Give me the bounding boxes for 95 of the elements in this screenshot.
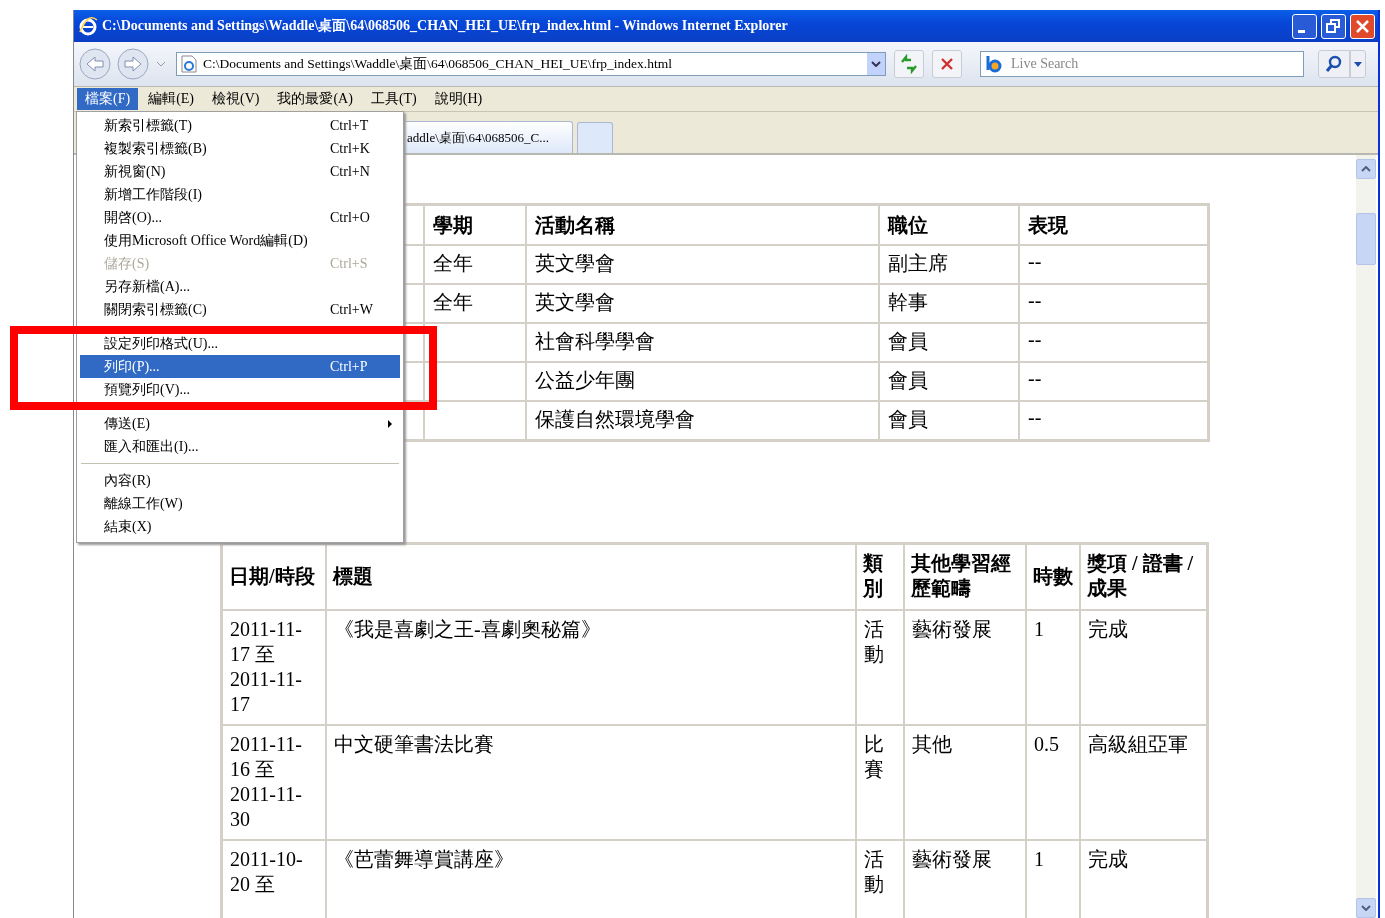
menu-item[interactable]: 新視窗(N) Ctrl+N <box>80 160 400 183</box>
column-header: 標題 <box>326 544 856 610</box>
table-cell: -- <box>1019 362 1208 401</box>
menu-item[interactable]: 匯入和匯出(I)... <box>80 435 400 458</box>
menu-item[interactable]: 使用Microsoft Office Word編輯(D) <box>80 229 400 252</box>
table-cell: 中文硬筆書法比賽 <box>326 725 856 840</box>
page-icon <box>181 55 197 73</box>
search-icon <box>1324 54 1344 74</box>
browser-tab[interactable]: addle\桌面\64\068506_C... <box>405 121 573 153</box>
scroll-up-button[interactable] <box>1356 159 1376 179</box>
table-cell: 英文學會 <box>526 284 879 323</box>
table-cell: 藝術發展 <box>904 840 1026 918</box>
minimize-icon <box>1298 29 1305 33</box>
caret-icon <box>871 61 881 67</box>
menu-item[interactable]: 編輯(E) <box>140 88 202 110</box>
back-button[interactable] <box>78 47 112 81</box>
table-cell: 其他 <box>904 725 1026 840</box>
table-cell: 幹事 <box>879 284 1019 323</box>
menu-item[interactable]: 預覽列印(V)... <box>80 378 400 401</box>
menu-item[interactable]: 新索引標籤(T) Ctrl+T <box>80 114 400 137</box>
menu-item[interactable]: 我的最愛(A) <box>269 88 361 110</box>
column-header: 日期/時段 <box>222 544 326 610</box>
table-cell: 完成 <box>1080 610 1207 725</box>
caret-down-icon <box>1361 905 1371 911</box>
table-cell: 0.5 <box>1026 725 1080 840</box>
search-button[interactable] <box>1318 50 1350 78</box>
forward-button[interactable] <box>116 47 150 81</box>
menu-item[interactable]: 另存新檔(A)... <box>80 275 400 298</box>
search-options-button[interactable] <box>1350 50 1366 78</box>
menu-item[interactable]: 結束(X) <box>80 515 400 538</box>
table-cell: 副主席 <box>879 245 1019 284</box>
table-cell: 活動 <box>856 840 904 918</box>
menu-item[interactable]: 檔案(F) <box>77 88 139 110</box>
table-cell: 英文學會 <box>526 245 879 284</box>
table-cell: 保護自然環境學會 <box>526 401 879 440</box>
stop-button[interactable] <box>932 50 962 78</box>
table-cell: 活動 <box>856 610 904 725</box>
table-cell: 會員 <box>879 362 1019 401</box>
refresh-button[interactable] <box>894 50 924 78</box>
close-button[interactable] <box>1350 13 1375 39</box>
dropdown-button[interactable] <box>867 53 885 75</box>
table-cell: 1 <box>1026 610 1080 725</box>
address-field[interactable]: C:\Documents and Settings\Waddle\桌面\64\068506_CHAN_HEI_UE\frp_index.html <box>176 52 886 76</box>
column-header: 時數 <box>1026 544 1080 610</box>
menu-item[interactable]: 傳送(E) <box>80 412 400 435</box>
table-cell: 會員 <box>879 323 1019 362</box>
table-cell: 比賽 <box>856 725 904 840</box>
table-cell: 高級組亞軍 <box>1080 725 1207 840</box>
table-cell: 藝術發展 <box>904 610 1026 725</box>
column-header: 活動名稱 <box>526 205 879 245</box>
column-header: 其他學習經歷範疇 <box>904 544 1026 610</box>
table-cell: -- <box>1019 323 1208 362</box>
table-cell: -- <box>1019 245 1208 284</box>
table-cell: 《芭蕾舞導賞講座》 <box>326 840 856 918</box>
menu-item[interactable]: 離線工作(W) <box>80 492 400 515</box>
window-title: C:\Documents and Settings\Waddle\桌面\64\068506_CHAN_HEI_UE\frp_index.html - Windows Internet Explorer <box>102 17 789 35</box>
scroll-down-button[interactable] <box>1356 898 1376 918</box>
dropdown-caret-icon[interactable] <box>156 61 166 67</box>
table-cell: 公益少年團 <box>526 362 879 401</box>
menu-item[interactable]: 檢視(V) <box>204 88 268 110</box>
scroll-thumb[interactable] <box>1356 213 1376 265</box>
column-header: 表現 <box>1019 205 1208 245</box>
table-cell: 會員 <box>879 401 1019 440</box>
restore-button[interactable] <box>1321 13 1346 39</box>
menu-item[interactable]: 設定列印格式(U)... <box>80 332 400 355</box>
table-cell: 2011-10-20 至 <box>222 840 326 918</box>
menu-item[interactable]: 說明(H) <box>426 88 491 110</box>
minimize-button[interactable] <box>1292 13 1317 39</box>
menu-item[interactable]: 工具(T) <box>362 88 425 110</box>
table-cell: -- <box>1019 284 1208 323</box>
menu-item[interactable]: 關閉索引標籤(C) Ctrl+W <box>80 298 400 321</box>
column-header: 類別 <box>856 544 904 610</box>
table-cell: 1 <box>1026 840 1080 918</box>
vertical-scrollbar[interactable] <box>1356 155 1376 918</box>
browser-logo-icon <box>78 16 98 36</box>
column-header: 獎項 / 證書 / 成果 <box>1080 544 1207 610</box>
table-cell: 《我是喜劇之王-喜劇奧秘篇》 <box>326 610 856 725</box>
column-header: 職位 <box>879 205 1019 245</box>
table-cell: 全年 <box>424 245 526 284</box>
table-cell: 2011-11-17 至 2011-11-17 <box>222 610 326 725</box>
menu-item[interactable]: 列印(P)... Ctrl+P <box>80 355 400 378</box>
menu-item[interactable]: 內容(R) <box>80 469 400 492</box>
table-cell: 社會科學學會 <box>526 323 879 362</box>
search-field[interactable]: Live Search <box>980 51 1304 77</box>
table-cell: 全年 <box>424 284 526 323</box>
menu-item[interactable]: 開啓(O)... Ctrl+O <box>80 206 400 229</box>
menu-item[interactable]: 新增工作階段(I) <box>80 183 400 206</box>
table-cell: -- <box>1019 401 1208 440</box>
menu-item[interactable]: 複製索引標籤(B) Ctrl+K <box>80 137 400 160</box>
caret-icon <box>1354 61 1362 67</box>
table-cell: 2011-11-16 至 2011-11-30 <box>222 725 326 840</box>
caret-up-icon <box>1361 166 1371 172</box>
refresh-icon <box>899 54 919 74</box>
column-header: 學期 <box>424 205 526 245</box>
table-cell: 完成 <box>1080 840 1207 918</box>
